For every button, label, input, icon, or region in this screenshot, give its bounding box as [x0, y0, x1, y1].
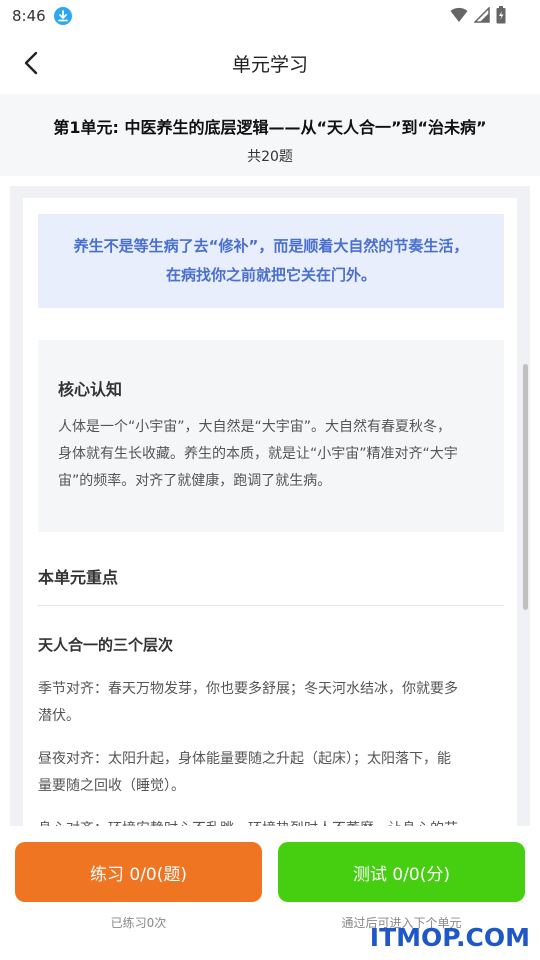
- practice-count-note: 已练习0次: [110, 916, 167, 930]
- paragraph-line: 身心对齐：环境安静时心不乱跳，环境热烈时人不萎靡，让身心的节: [38, 816, 504, 826]
- paragraph-line: 昼夜对齐：太阳升起，身体能量要随之升起（起床）；太阳落下，能: [38, 751, 451, 767]
- content-card: 养生不是等生病了去“修补”，而是顺着大自然的节奏生活， 在病找你之前就把它关在门…: [23, 198, 517, 826]
- test-button[interactable]: 测试 0/0(分): [278, 842, 525, 902]
- chevron-left-icon[interactable]: [18, 49, 46, 77]
- paragraph-line: 季节对齐：春天万物发芽，你也要多舒展；冬天河水结冰，你就要多: [38, 681, 458, 697]
- paragraph-line: 量要随之回收（睡觉）。: [38, 778, 185, 794]
- battery-icon: [496, 6, 506, 24]
- paragraph-season: 季节对齐：春天万物发芽，你也要多舒展；冬天河水结冰，你就要多 潜伏。: [38, 676, 504, 730]
- core-concept-box: 核心认知 人体是一个“小宇宙”，大自然是“大宇宙”。大自然有春夏秋冬， 身体就有…: [38, 340, 504, 532]
- core-concept-line: 人体是一个“小宇宙”，大自然是“大宇宙”。大自然有春夏秋冬，: [58, 419, 452, 435]
- paragraph-line: 潜伏。: [38, 708, 80, 724]
- status-icons: [450, 6, 506, 24]
- content-scroll-area[interactable]: 养生不是等生病了去“修补”，而是顺着大自然的节奏生活， 在病找你之前就把它关在门…: [10, 186, 530, 826]
- core-concept-title: 核心认知: [58, 380, 123, 399]
- core-concept-line: 身体就有生长收藏。养生的本质，就是让“小宇宙”精准对齐“大宇: [58, 446, 458, 462]
- divider: [38, 605, 504, 606]
- unit-header: 第1单元: 中医养生的底层逻辑——从“天人合一”到“治未病” 共20题: [0, 94, 540, 176]
- quote-line: 在病找你之前就把它关在门外。: [165, 266, 376, 284]
- status-time: 8:46: [12, 7, 46, 25]
- page-title: 单元学习: [231, 53, 308, 76]
- download-icon: [53, 7, 72, 25]
- wifi-icon: [450, 7, 468, 22]
- practice-button[interactable]: 练习 0/0(题): [15, 842, 262, 902]
- quote-line: 养生不是等生病了去“修补”，而是顺着大自然的节奏生活，: [73, 237, 469, 255]
- scrollbar[interactable]: [523, 364, 528, 610]
- paragraph-body-mind: 身心对齐：环境安静时心不乱跳，环境热烈时人不萎靡，让身心的节: [38, 816, 504, 826]
- signal-icon: [474, 7, 490, 23]
- watermark-logo: ITMOP.COM: [369, 923, 530, 952]
- core-concept-line: 宙”的频率。对齐了就健康，跑调了就生病。: [58, 473, 332, 489]
- paragraph-day-night: 昼夜对齐：太阳升起，身体能量要随之升起（起床）；太阳落下，能 量要随之回收（睡觉…: [38, 746, 504, 800]
- nav-bar: 单元学习: [0, 32, 540, 94]
- question-count: 共20题: [247, 149, 293, 165]
- key-points-subtitle: 天人合一的三个层次: [38, 636, 174, 654]
- key-points-title: 本单元重点: [38, 568, 119, 587]
- status-bar: 8:46: [0, 0, 540, 32]
- unit-title: 第1单元: 中医养生的底层逻辑——从“天人合一”到“治未病”: [53, 118, 487, 137]
- quote-box: 养生不是等生病了去“修补”，而是顺着大自然的节奏生活， 在病找你之前就把它关在门…: [38, 214, 504, 308]
